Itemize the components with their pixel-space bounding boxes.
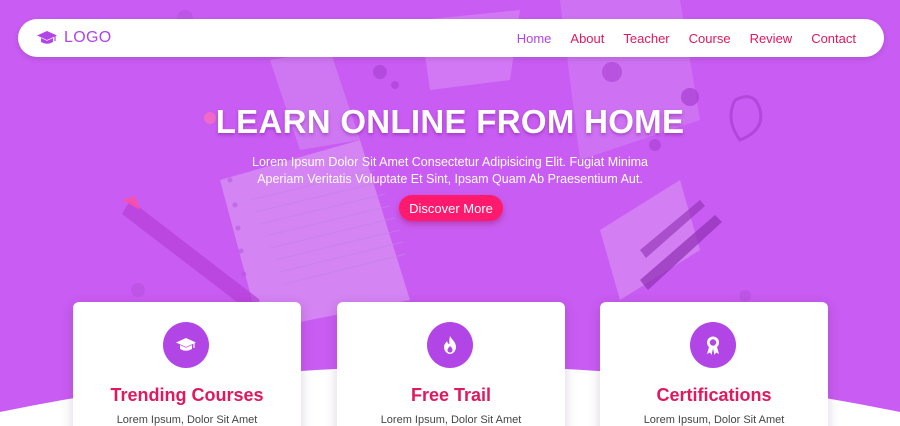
card-title: Trending Courses bbox=[110, 385, 264, 405]
card-text: Lorem Ipsum, Dolor Sit Amet bbox=[380, 414, 522, 426]
card-text: Lorem Ipsum, Dolor Sit Amet bbox=[643, 414, 785, 426]
feature-card-trending-courses[interactable]: Trending Courses Lorem Ipsum, Dolor Sit … bbox=[73, 302, 301, 426]
logo[interactable]: LOGO bbox=[36, 19, 111, 57]
nav-link-course[interactable]: Course bbox=[689, 31, 731, 46]
card-icon-badge bbox=[427, 322, 473, 368]
hero-section: LOGO Home About Teacher Course Review Co… bbox=[0, 0, 900, 426]
nav-link-about[interactable]: About bbox=[570, 31, 604, 46]
nav-link-contact[interactable]: Contact bbox=[811, 31, 856, 46]
hero-description-line-1: Lorem Ipsum Dolor Sit Amet Consectetur A… bbox=[252, 155, 648, 169]
nav-link-review[interactable]: Review bbox=[750, 31, 793, 46]
card-title: Certifications bbox=[656, 385, 772, 405]
hero-description: Lorem Ipsum Dolor Sit Amet Consectetur A… bbox=[200, 154, 700, 188]
card-icon-badge bbox=[163, 322, 209, 368]
card-text: Lorem Ipsum, Dolor Sit Amet bbox=[116, 414, 258, 426]
feature-card-free-trail[interactable]: Free Trail Lorem Ipsum, Dolor Sit Amet bbox=[337, 302, 565, 426]
graduation-cap-icon bbox=[176, 338, 196, 351]
card-icon-badge bbox=[690, 322, 736, 368]
feature-card-certifications[interactable]: Certifications Lorem Ipsum, Dolor Sit Am… bbox=[600, 302, 828, 426]
nav-link-teacher[interactable]: Teacher bbox=[623, 31, 669, 46]
discover-more-button[interactable]: Discover More bbox=[399, 195, 503, 221]
top-navbar: LOGO Home About Teacher Course Review Co… bbox=[18, 19, 884, 57]
graduation-cap-icon bbox=[37, 31, 57, 44]
fire-icon bbox=[444, 336, 456, 354]
nav-link-home[interactable]: Home bbox=[517, 31, 552, 46]
award-icon bbox=[707, 336, 719, 355]
logo-text: LOGO bbox=[64, 29, 112, 46]
nav-links: Home About Teacher Course Review Contact bbox=[498, 19, 856, 57]
hero-description-line-2: Aperiam Veritatis Voluptate Et Sint, Ips… bbox=[257, 172, 643, 186]
card-title: Free Trail bbox=[410, 385, 492, 405]
hero-title: LEARN ONLINE FROM HOME bbox=[215, 103, 685, 140]
